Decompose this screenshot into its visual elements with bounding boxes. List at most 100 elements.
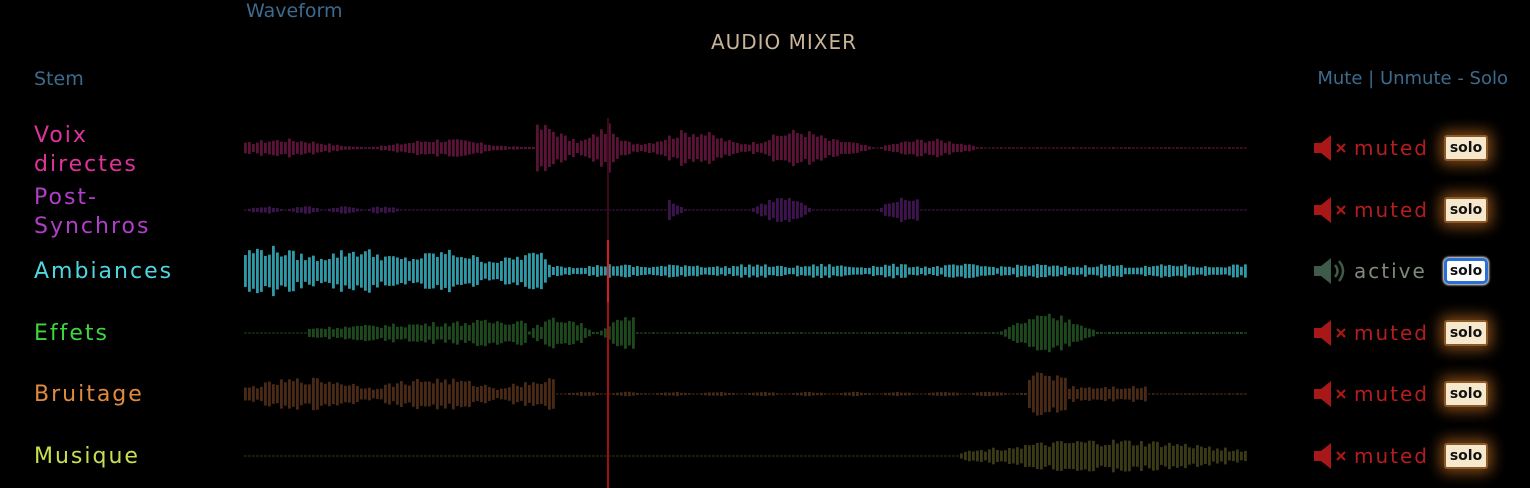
waveform-bar <box>880 455 883 457</box>
waveform-bar <box>972 145 975 151</box>
waveform-bar <box>380 455 383 457</box>
waveform[interactable] <box>244 363 1248 425</box>
waveform-bar <box>440 382 443 406</box>
waveform-bar <box>388 145 391 151</box>
solo-button[interactable]: solo <box>1444 443 1488 469</box>
waveform-bar <box>752 266 755 276</box>
waveform-bar <box>764 204 767 216</box>
speaker-muted-icon[interactable] <box>1312 195 1352 225</box>
waveform-bar <box>748 264 751 278</box>
waveform-bar <box>776 332 779 334</box>
waveform-bar <box>1080 267 1083 275</box>
waveform-bar <box>896 455 899 457</box>
waveform-bar <box>500 145 503 151</box>
waveform-bar <box>1132 147 1135 149</box>
mute-status-toggle[interactable]: muted <box>1354 321 1434 345</box>
waveform-bar <box>528 253 531 289</box>
waveform-bar <box>1168 442 1171 470</box>
waveform-bar <box>712 209 715 211</box>
waveform-bar <box>584 328 587 338</box>
waveform-bar <box>596 332 599 334</box>
waveform-bar <box>260 332 263 334</box>
waveform[interactable] <box>244 302 1248 364</box>
waveform-bar <box>1188 447 1191 465</box>
waveform-bar <box>360 388 363 400</box>
waveform-bar <box>276 455 279 457</box>
waveform-bar <box>852 391 855 397</box>
waveform-bar <box>860 332 863 334</box>
waveform-bar <box>988 147 991 149</box>
mute-status-toggle[interactable]: muted <box>1354 136 1434 160</box>
waveform-bar <box>396 455 399 457</box>
waveform-bar <box>1212 267 1215 275</box>
waveform-bar <box>412 455 415 457</box>
waveform-bar <box>760 266 763 276</box>
waveform-bar <box>496 455 499 457</box>
waveform-bar <box>1168 264 1171 278</box>
waveform-bar <box>412 381 415 407</box>
waveform-bar <box>328 381 331 407</box>
waveform-bar <box>932 140 935 156</box>
waveform[interactable] <box>244 240 1248 302</box>
waveform-bar <box>480 142 483 154</box>
speaker-active-icon[interactable] <box>1312 256 1352 286</box>
waveform-bar <box>476 386 479 402</box>
waveform-bar <box>1092 440 1095 472</box>
waveform[interactable] <box>244 117 1248 179</box>
waveform-bar <box>296 207 299 213</box>
speaker-muted-icon[interactable] <box>1312 379 1352 409</box>
solo-button[interactable]: solo <box>1444 320 1488 346</box>
waveform-bar <box>676 455 679 457</box>
waveform-bar <box>660 265 663 277</box>
waveform-bar <box>788 198 791 222</box>
waveform-bar <box>464 381 467 407</box>
waveform-bar <box>588 266 591 276</box>
waveform-bar <box>256 142 259 154</box>
speaker-muted-icon[interactable] <box>1312 133 1352 163</box>
waveform-bar <box>444 209 447 211</box>
waveform-bar <box>844 142 847 154</box>
waveform-bar <box>992 266 995 276</box>
waveform-bar <box>248 141 251 155</box>
waveform-bar <box>1120 209 1123 211</box>
waveform-bar <box>1168 147 1171 149</box>
waveform-bar <box>1072 386 1075 402</box>
waveform-bar <box>464 209 467 211</box>
waveform-bar <box>336 455 339 457</box>
waveform-bar <box>532 252 535 290</box>
waveform-bar <box>572 455 575 457</box>
waveform-bar <box>548 378 551 410</box>
waveform-bar <box>356 455 359 457</box>
waveform-bar <box>612 455 615 457</box>
solo-button[interactable]: solo <box>1444 258 1488 284</box>
waveform-bar <box>396 208 399 212</box>
waveform-bar <box>676 332 679 334</box>
speaker-muted-icon[interactable] <box>1312 318 1352 348</box>
waveform-bar <box>352 383 355 405</box>
mute-status-toggle[interactable]: muted <box>1354 382 1434 406</box>
waveform-bar <box>1060 267 1063 275</box>
waveform-bar <box>288 208 291 212</box>
waveform-bar <box>452 378 455 410</box>
waveform-bar <box>848 392 851 396</box>
mute-status-toggle[interactable]: muted <box>1354 444 1434 468</box>
solo-button[interactable]: solo <box>1444 381 1488 407</box>
waveform[interactable] <box>244 179 1248 241</box>
waveform-bar <box>916 393 919 395</box>
waveform-bar <box>644 209 647 211</box>
waveform-bar <box>936 455 939 457</box>
speaker-muted-icon[interactable] <box>1312 441 1352 471</box>
waveform[interactable] <box>244 425 1248 487</box>
mute-status-toggle[interactable]: active <box>1354 259 1434 283</box>
waveform-bar <box>1220 147 1223 149</box>
waveform-bar <box>272 245 275 297</box>
solo-button[interactable]: solo <box>1444 197 1488 223</box>
waveform-bar <box>920 209 923 211</box>
waveform-bar <box>908 141 911 155</box>
waveform-bar <box>976 265 979 277</box>
solo-button[interactable]: solo <box>1444 135 1488 161</box>
mute-status-toggle[interactable]: muted <box>1354 198 1434 222</box>
waveform-bar <box>432 455 435 457</box>
waveform-bar <box>308 329 311 337</box>
waveform-bar <box>732 141 735 155</box>
